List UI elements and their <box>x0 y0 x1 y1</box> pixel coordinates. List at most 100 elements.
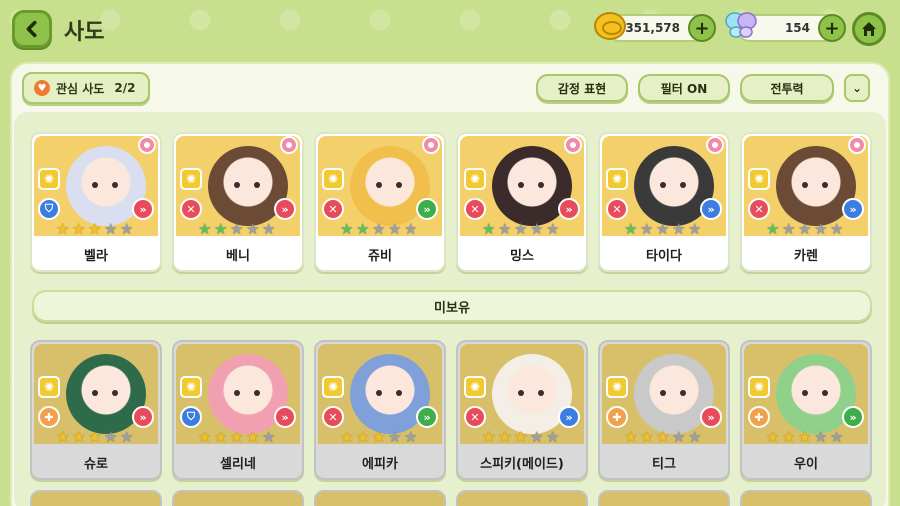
star-rating: ★ ★ ★ ★ ★ <box>624 222 703 237</box>
star-filled-icon: ★ <box>340 220 354 238</box>
character-card[interactable]: ✺ ✕» ★ ★ ★ ★ ★ 카렌 <box>740 132 872 272</box>
element-sun-icon: ✺ <box>606 168 628 190</box>
star-rating: ★ ★ ★ ★ ★ <box>482 222 561 237</box>
star-filled-icon: ★ <box>498 428 512 446</box>
card-peek <box>172 490 304 506</box>
emotion-button[interactable]: 감정 표현 <box>536 74 628 102</box>
favorite-flower-icon[interactable] <box>848 136 866 154</box>
element-sun-icon: ✺ <box>322 376 344 398</box>
character-name: 티그 <box>652 457 676 472</box>
star-empty-icon: ★ <box>830 428 844 446</box>
character-card[interactable]: ✺ ⛉» ★ ★ ★ ★ ★ 벨라 <box>30 132 162 272</box>
add-gold-button[interactable]: + <box>688 14 716 42</box>
star-filled-icon: ★ <box>56 220 70 238</box>
character-card[interactable]: ✺ ✚» ★ ★ ★ ★ ★ 우이 <box>740 340 872 480</box>
element-sun-icon: ✺ <box>180 376 202 398</box>
star-filled-icon: ★ <box>624 428 638 446</box>
class-arrow-icon: » <box>558 406 580 428</box>
element-sun-icon: ✺ <box>748 376 770 398</box>
element-sun-icon: ✺ <box>180 168 202 190</box>
unowned-section-header[interactable]: 미보유 <box>32 290 872 322</box>
star-empty-icon: ★ <box>672 220 686 238</box>
star-rating: ★ ★ ★ ★ ★ <box>56 222 135 237</box>
cross-icon: ✚ <box>38 406 60 428</box>
star-empty-icon: ★ <box>672 428 686 446</box>
star-filled-icon: ★ <box>246 428 260 446</box>
character-card[interactable]: ✺ ✚» ★ ★ ★ ★ ★ 슈로 <box>30 340 162 480</box>
character-name: 슈로 <box>84 457 108 472</box>
star-empty-icon: ★ <box>814 220 828 238</box>
card-peek <box>456 490 588 506</box>
card-peek <box>314 490 446 506</box>
class-arrow-icon: » <box>132 406 154 428</box>
filter-button[interactable]: 필터 ON <box>638 74 730 102</box>
class-arrow-icon: » <box>416 406 438 428</box>
chevron-left-icon <box>26 20 37 38</box>
star-empty-icon: ★ <box>830 220 844 238</box>
character-name: 우이 <box>794 457 818 472</box>
star-empty-icon: ★ <box>498 220 512 238</box>
star-empty-icon: ★ <box>404 220 418 238</box>
card-peek <box>598 490 730 506</box>
favorites-toggle-button[interactable]: ♥ 관심 사도 2/2 <box>22 72 150 104</box>
favorite-flower-icon[interactable] <box>564 136 582 154</box>
star-filled-icon: ★ <box>766 428 780 446</box>
character-card[interactable]: ✺ ⛉» ★ ★ ★ ★ ★ 셀리네 <box>172 340 304 480</box>
class-arrow-icon: » <box>842 198 864 220</box>
class-arrow-icon: » <box>842 406 864 428</box>
star-filled-icon: ★ <box>482 220 496 238</box>
favorite-flower-icon[interactable] <box>422 136 440 154</box>
star-filled-icon: ★ <box>230 428 244 446</box>
character-card[interactable]: ✺ ✚» ★ ★ ★ ★ ★ 티그 <box>598 340 730 480</box>
add-butterfly-button[interactable]: + <box>818 14 846 42</box>
sort-button[interactable]: 전투력 <box>740 74 834 102</box>
back-button[interactable] <box>12 10 52 48</box>
star-rating: ★ ★ ★ ★ ★ <box>340 222 419 237</box>
home-icon <box>862 22 876 36</box>
star-filled-icon: ★ <box>72 220 86 238</box>
cross-icon: ✚ <box>748 406 770 428</box>
home-button[interactable] <box>852 12 886 46</box>
star-empty-icon: ★ <box>388 220 402 238</box>
character-card[interactable]: ✺ ✕» ★ ★ ★ ★ ★ 타이다 <box>598 132 730 272</box>
shield-icon: ⛉ <box>180 406 202 428</box>
element-sun-icon: ✺ <box>464 376 486 398</box>
star-filled-icon: ★ <box>640 428 654 446</box>
favorite-flower-icon[interactable] <box>706 136 724 154</box>
star-filled-icon: ★ <box>798 428 812 446</box>
gold-coin-icon <box>594 12 626 40</box>
star-empty-icon: ★ <box>404 428 418 446</box>
sword-icon: ✕ <box>748 198 770 220</box>
favorite-flower-icon[interactable] <box>138 136 156 154</box>
character-card[interactable]: ✺ ✕» ★ ★ ★ ★ ★ 스피키(메이드) <box>456 340 588 480</box>
heart-icon: ♥ <box>34 80 50 96</box>
character-name: 밍스 <box>510 249 534 264</box>
character-card[interactable]: ✺ ✕» ★ ★ ★ ★ ★ 베니 <box>172 132 304 272</box>
character-name: 에피카 <box>362 457 398 472</box>
star-rating: ★ ★ ★ ★ ★ <box>624 430 703 445</box>
star-empty-icon: ★ <box>120 428 134 446</box>
class-arrow-icon: » <box>558 198 580 220</box>
star-empty-icon: ★ <box>262 428 276 446</box>
class-arrow-icon: » <box>274 406 296 428</box>
star-filled-icon: ★ <box>72 428 86 446</box>
star-empty-icon: ★ <box>688 428 702 446</box>
character-name: 카렌 <box>794 249 818 264</box>
star-filled-icon: ★ <box>356 428 370 446</box>
expand-button[interactable]: ⌄ <box>844 74 870 102</box>
star-empty-icon: ★ <box>530 428 544 446</box>
sword-icon: ✕ <box>322 406 344 428</box>
character-name: 베니 <box>226 249 250 264</box>
star-empty-icon: ★ <box>246 220 260 238</box>
character-card[interactable]: ✺ ✕» ★ ★ ★ ★ ★ 밍스 <box>456 132 588 272</box>
character-card[interactable]: ✺ ✕» ★ ★ ★ ★ ★ 쥬비 <box>314 132 446 272</box>
butterfly-amount: 154 <box>784 21 810 35</box>
star-empty-icon: ★ <box>104 428 118 446</box>
star-filled-icon: ★ <box>766 220 780 238</box>
favorite-flower-icon[interactable] <box>280 136 298 154</box>
star-filled-icon: ★ <box>656 428 670 446</box>
star-empty-icon: ★ <box>656 220 670 238</box>
character-card[interactable]: ✺ ✕» ★ ★ ★ ★ ★ 에피카 <box>314 340 446 480</box>
star-empty-icon: ★ <box>262 220 276 238</box>
character-name: 벨라 <box>84 249 108 264</box>
